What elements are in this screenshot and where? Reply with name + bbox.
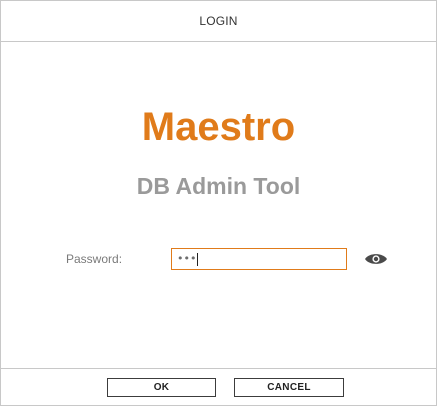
- dialog-titlebar: LOGIN: [1, 1, 436, 42]
- dialog-footer: OK CANCEL: [1, 368, 436, 405]
- password-label: Password:: [66, 252, 123, 266]
- text-caret: [197, 252, 199, 266]
- app-subtitle: DB Admin Tool: [136, 173, 301, 199]
- password-masked-value: •••: [177, 252, 197, 265]
- show-password-toggle[interactable]: [364, 252, 388, 266]
- eye-icon: [365, 254, 387, 264]
- ok-button[interactable]: OK: [107, 378, 216, 397]
- login-dialog: LOGIN Maestro DB Admin Tool Password: ••…: [0, 0, 437, 406]
- cancel-button[interactable]: CANCEL: [234, 378, 344, 397]
- app-name: Maestro: [141, 105, 296, 149]
- dialog-title: LOGIN: [199, 14, 238, 28]
- password-field[interactable]: •••: [171, 248, 347, 270]
